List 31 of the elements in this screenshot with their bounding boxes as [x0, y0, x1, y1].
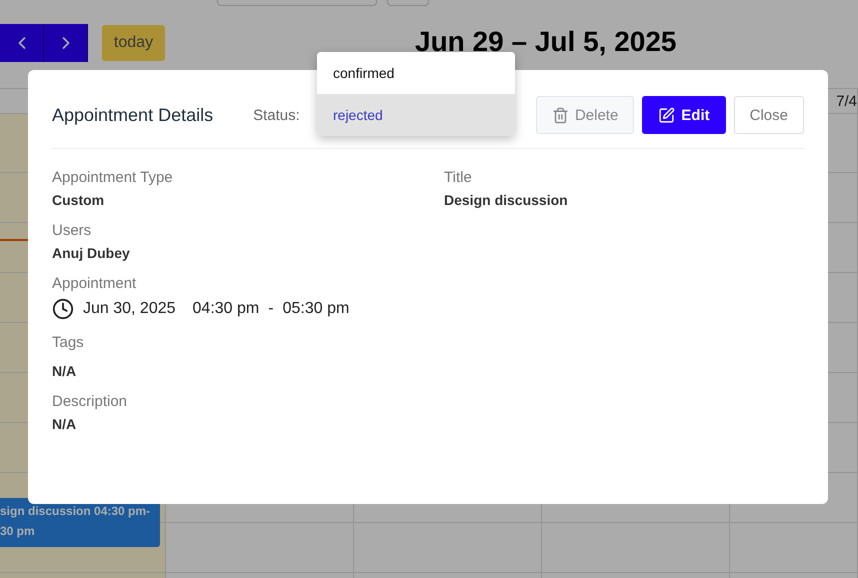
trash-icon: [552, 106, 569, 124]
status-label: Status:: [253, 106, 300, 124]
field-value: N/A: [52, 416, 78, 432]
field-label: Appointment Type: [52, 169, 174, 186]
edit-icon: [658, 106, 676, 124]
field-label: Description: [52, 393, 128, 410]
field-label: Appointment: [52, 275, 138, 292]
edit-button[interactable]: Edit: [642, 96, 726, 134]
dialog-title: Appointment Details: [52, 104, 214, 126]
search-field-edge[interactable]: [217, 0, 377, 6]
end-time: 05:30 pm: [282, 300, 350, 318]
start-time: 04:30 pm: [192, 300, 260, 318]
field-label: Users: [52, 222, 92, 239]
field-value: Custom: [52, 192, 106, 208]
delete-button[interactable]: Delete: [536, 96, 634, 134]
field-label: Tags: [52, 334, 85, 351]
close-button[interactable]: Close: [734, 96, 804, 134]
status-option[interactable]: confirmed: [317, 52, 515, 94]
calendar-event[interactable]: sign discussion 04:30 pm- 30 pm: [0, 498, 160, 547]
status-option[interactable]: rejected: [317, 94, 515, 136]
field-value: Anuj Dubey: [52, 245, 131, 261]
field-label: Title: [444, 169, 473, 186]
clock-icon: [52, 298, 74, 320]
appointment-date: Jun 30, 2025: [83, 300, 176, 318]
previous-button[interactable]: [0, 24, 44, 62]
today-button[interactable]: today: [102, 25, 165, 61]
field-value: Design discussion: [444, 192, 569, 208]
field-value: N/A: [52, 363, 78, 379]
time-separator: -: [268, 300, 274, 318]
next-button[interactable]: [44, 24, 88, 62]
toolbar-button-edge[interactable]: [387, 0, 429, 6]
